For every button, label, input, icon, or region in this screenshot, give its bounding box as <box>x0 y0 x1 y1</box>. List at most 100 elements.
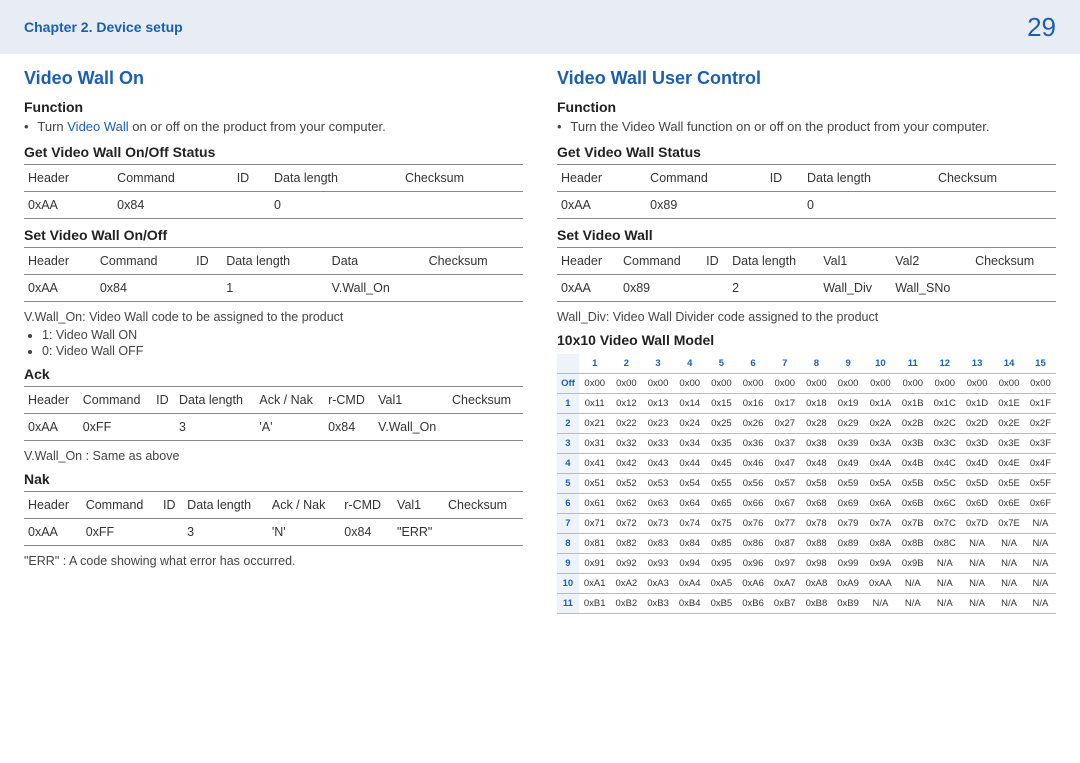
table-col-header: Val2 <box>891 248 971 275</box>
function-text: • Turn Video Wall on or off on the produ… <box>24 119 523 134</box>
video-wall-user-control-title: Video Wall User Control <box>557 68 1056 89</box>
matrix-cell: N/A <box>993 594 1025 614</box>
matrix-cell: 0x16 <box>737 394 769 414</box>
page-header: Chapter 2. Device setup 29 <box>0 0 1080 54</box>
matrix-row-header: 5 <box>557 474 579 494</box>
table-cell: 3 <box>175 414 255 441</box>
table-cell: V.Wall_On <box>374 414 448 441</box>
matrix-cell: 0x8C <box>929 534 961 554</box>
matrix-cell: 0x00 <box>1025 374 1056 394</box>
fn-text-r: Turn the Video Wall function on or off o… <box>570 119 989 134</box>
matrix-cell: 0x00 <box>961 374 993 394</box>
table-cell: 0 <box>803 192 934 219</box>
matrix-cell: N/A <box>929 554 961 574</box>
table-cell: 1 <box>222 275 327 302</box>
set-video-wall-table: HeaderCommandIDData lengthVal1Val2Checks… <box>557 247 1056 302</box>
matrix-cell: 0x00 <box>611 374 643 394</box>
table-cell: 0x84 <box>340 519 393 546</box>
matrix-cell: 0x4E <box>993 454 1025 474</box>
video-wall-model-matrix: 123456789101112131415 Off0x000x000x000x0… <box>557 354 1056 614</box>
table-col-header: ID <box>233 165 270 192</box>
matrix-cell: 0x89 <box>832 534 864 554</box>
list-item: 1: Video Wall ON <box>42 328 523 342</box>
table-col-header: ID <box>702 248 728 275</box>
matrix-col-header: 15 <box>1025 354 1056 374</box>
matrix-cell: 0x46 <box>737 454 769 474</box>
table-col-header: Data length <box>175 387 255 414</box>
table-col-header: r-CMD <box>340 492 393 519</box>
matrix-cell: 0x18 <box>801 394 833 414</box>
matrix-cell: 0x29 <box>832 414 864 434</box>
matrix-cell: 0x66 <box>737 494 769 514</box>
table-cell <box>448 414 523 441</box>
table-cell <box>766 192 803 219</box>
table-col-header: ID <box>766 165 803 192</box>
matrix-cell: 0xB3 <box>642 594 674 614</box>
fn-pre: Turn <box>37 119 67 134</box>
matrix-cell: 0xB2 <box>611 594 643 614</box>
table-cell <box>444 519 523 546</box>
matrix-cell: 0x84 <box>674 534 706 554</box>
table-cell <box>233 192 270 219</box>
matrix-cell: N/A <box>864 594 897 614</box>
matrix-cell: 0x99 <box>832 554 864 574</box>
matrix-cell: 0x72 <box>611 514 643 534</box>
table-col-header: Checksum <box>444 492 523 519</box>
matrix-cell: 0x25 <box>706 414 738 434</box>
matrix-row-header: 6 <box>557 494 579 514</box>
matrix-cell: N/A <box>929 574 961 594</box>
matrix-col-header: 3 <box>642 354 674 374</box>
matrix-cell: 0x1E <box>993 394 1025 414</box>
table-cell: 0x89 <box>646 192 766 219</box>
matrix-cell: 0x68 <box>801 494 833 514</box>
matrix-cell: 0x73 <box>642 514 674 534</box>
matrix-cell: 0x52 <box>611 474 643 494</box>
matrix-cell: 0x85 <box>706 534 738 554</box>
matrix-cell: 0x63 <box>642 494 674 514</box>
matrix-cell: 0x19 <box>832 394 864 414</box>
matrix-cell: 0x55 <box>706 474 738 494</box>
matrix-cell: 0x00 <box>832 374 864 394</box>
matrix-cell: 0x28 <box>801 414 833 434</box>
matrix-cell: 0xA4 <box>674 574 706 594</box>
function-text-r: • Turn the Video Wall function on or off… <box>557 119 1056 134</box>
matrix-cell: 0x91 <box>579 554 611 574</box>
matrix-cell: 0x4F <box>1025 454 1056 474</box>
matrix-cell: 0x00 <box>993 374 1025 394</box>
matrix-cell: 0x4D <box>961 454 993 474</box>
matrix-cell: 0x00 <box>769 374 801 394</box>
matrix-cell: 0xA6 <box>737 574 769 594</box>
matrix-cell: 0x2A <box>864 414 897 434</box>
matrix-cell: 0x71 <box>579 514 611 534</box>
matrix-cell: 0x3E <box>993 434 1025 454</box>
table-cell <box>159 519 183 546</box>
table-cell: "ERR" <box>393 519 444 546</box>
matrix-cell: 0x27 <box>769 414 801 434</box>
matrix-cell: 0x94 <box>674 554 706 574</box>
matrix-cell: 0x3D <box>961 434 993 454</box>
matrix-cell: 0x8A <box>864 534 897 554</box>
matrix-cell: N/A <box>1025 534 1056 554</box>
matrix-cell: 0x14 <box>674 394 706 414</box>
set-onoff-table: HeaderCommandIDData lengthDataChecksum 0… <box>24 247 523 302</box>
table-col-header: Command <box>82 492 159 519</box>
matrix-row-header: 9 <box>557 554 579 574</box>
table-cell: V.Wall_On <box>328 275 425 302</box>
table-col-header: Header <box>24 387 79 414</box>
matrix-col-header: 1 <box>579 354 611 374</box>
matrix-cell: 0x78 <box>801 514 833 534</box>
matrix-cell: 0x61 <box>579 494 611 514</box>
table-cell <box>425 275 523 302</box>
nak-note: "ERR" : A code showing what error has oc… <box>24 554 523 568</box>
matrix-cell: 0x93 <box>642 554 674 574</box>
matrix-cell: 0x6B <box>897 494 929 514</box>
table-cell: Wall_SNo <box>891 275 971 302</box>
matrix-cell: 0x88 <box>801 534 833 554</box>
matrix-cell: 0x00 <box>674 374 706 394</box>
matrix-cell: 0x6E <box>993 494 1025 514</box>
table-cell: 0xAA <box>557 192 646 219</box>
matrix-cell: N/A <box>993 554 1025 574</box>
matrix-col-header: 12 <box>929 354 961 374</box>
matrix-cell: 0x00 <box>642 374 674 394</box>
matrix-cell: 0xB4 <box>674 594 706 614</box>
